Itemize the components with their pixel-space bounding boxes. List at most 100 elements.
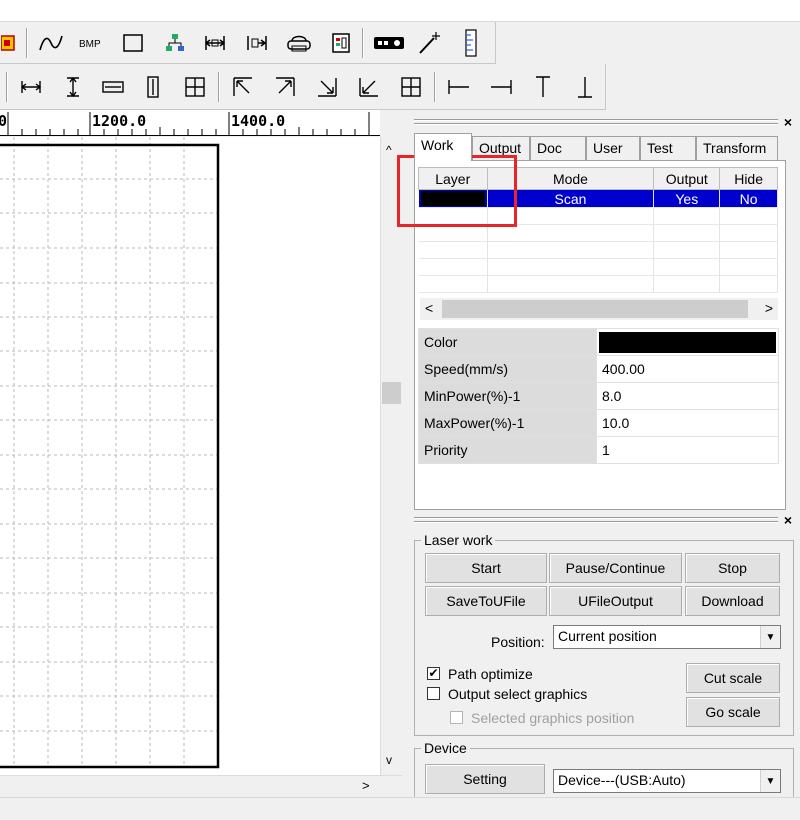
v-size-icon[interactable] (138, 72, 168, 102)
path-optimize-label[interactable]: Path optimize (448, 666, 533, 682)
property-label-minpower: MinPower(%)-1 (418, 382, 597, 410)
highlight-box (397, 155, 517, 227)
tab-doc[interactable]: Doc (530, 136, 586, 160)
path-optimize-checkbox[interactable]: ✔ (427, 667, 440, 680)
tab-test[interactable]: Test (640, 136, 696, 160)
start-button[interactable]: Start (425, 553, 547, 583)
horizontal-ruler: 0 1200.0 1400.0 (0, 110, 380, 136)
toolbar-drawing: BMP (0, 22, 496, 64)
canvas-grid (0, 137, 220, 769)
selected-graphics-position-label: Selected graphics position (471, 710, 635, 726)
bmp-icon[interactable]: BMP (76, 28, 106, 58)
center-grid-icon[interactable] (180, 72, 210, 102)
column-header-output[interactable]: Output (653, 167, 721, 190)
align-top-left-icon[interactable] (228, 72, 258, 102)
go-scale-button[interactable]: Go scale (686, 697, 780, 727)
h-size-icon[interactable] (98, 72, 128, 102)
speed-field[interactable]: 400.00 (596, 355, 779, 383)
stop-button[interactable]: Stop (685, 553, 780, 583)
same-width-icon[interactable] (16, 72, 46, 102)
position-select-value: Current position (558, 628, 657, 644)
h-align-icon[interactable] (242, 28, 272, 58)
priority-field[interactable]: 1 (596, 436, 779, 464)
status-bar (0, 797, 800, 820)
rectangle-icon[interactable] (118, 28, 148, 58)
align-center-icon[interactable] (396, 72, 426, 102)
align-bottom-icon[interactable] (570, 72, 600, 102)
layer-color-icon[interactable] (0, 28, 16, 58)
property-label-maxpower: MaxPower(%)-1 (418, 409, 597, 437)
device-select-value: Device---(USB:Auto) (558, 772, 686, 788)
property-label-speed: Speed(mm/s) (418, 355, 597, 383)
toolbar-align (0, 64, 606, 110)
toolbar-separator (6, 72, 8, 102)
canvas-horizontal-scrollbar[interactable]: > (0, 775, 402, 797)
device-select[interactable]: Device---(USB:Auto) ▼ (553, 769, 781, 793)
position-select[interactable]: Current position ▼ (553, 625, 781, 649)
laser-head-icon[interactable] (372, 28, 406, 58)
position-label: Position: (491, 634, 545, 650)
hide-cell[interactable]: No (719, 189, 778, 208)
setting-button[interactable]: Setting (425, 764, 545, 794)
scroll-thumb[interactable] (442, 300, 748, 318)
layer-table-hscrollbar[interactable]: < > (420, 298, 778, 320)
scroll-right-icon[interactable]: > (765, 300, 773, 316)
align-top-icon[interactable] (528, 72, 558, 102)
scroll-right-icon[interactable]: > (362, 778, 370, 793)
ruler-label: 1400.0 (231, 112, 286, 130)
ufile-output-button[interactable]: UFileOutput (549, 586, 682, 616)
toolbar-separator (362, 28, 364, 58)
device-title: Device (424, 740, 467, 756)
toolbar-separator (218, 72, 220, 102)
tab-user[interactable]: User (586, 136, 640, 160)
align-bottom-left-icon[interactable] (354, 72, 384, 102)
table-row-empty (418, 241, 778, 259)
ruler-label: 0 (0, 112, 7, 130)
magic-wand-icon[interactable] (414, 28, 444, 58)
align-left-icon[interactable] (444, 72, 474, 102)
output-select-graphics-checkbox[interactable] (427, 687, 440, 700)
layer-properties: Color Speed(mm/s) 400.00 MinPower(%)-1 8… (418, 328, 779, 464)
title-strip (0, 0, 800, 22)
output-cell[interactable]: Yes (653, 189, 721, 208)
column-header-hide[interactable]: Hide (719, 167, 778, 190)
toolbar-separator (26, 28, 28, 58)
download-button[interactable]: Download (685, 586, 780, 616)
tab-transform[interactable]: Transform (696, 136, 778, 160)
same-height-icon[interactable] (58, 72, 88, 102)
table-row-empty (418, 224, 778, 242)
align-bottom-right-icon[interactable] (312, 72, 342, 102)
report-icon[interactable] (326, 28, 356, 58)
scroll-up-icon[interactable]: ^ (386, 143, 392, 157)
cut-scale-button[interactable]: Cut scale (686, 663, 780, 693)
laser-work-title: Laser work (424, 532, 493, 548)
table-row-empty (418, 275, 778, 293)
chevron-down-icon[interactable]: ▼ (760, 770, 780, 792)
drawing-canvas[interactable] (0, 137, 380, 775)
tree-icon[interactable] (160, 28, 190, 58)
property-color-value[interactable] (596, 328, 779, 356)
laser-panel-header: × (406, 513, 800, 528)
tab-work[interactable]: Work (414, 133, 472, 161)
panel-close-icon[interactable]: × (784, 115, 792, 129)
color-swatch (599, 331, 776, 353)
panel-grip (414, 123, 778, 125)
maxpower-field[interactable]: 10.0 (596, 409, 779, 437)
curve-icon[interactable] (36, 28, 66, 58)
canvas-vertical-scrollbar[interactable]: ^ v (380, 137, 402, 775)
h-space-icon[interactable] (200, 28, 230, 58)
chevron-down-icon[interactable]: ▼ (760, 626, 780, 648)
minpower-field[interactable]: 8.0 (596, 382, 779, 410)
scroll-down-icon[interactable]: v (386, 753, 392, 767)
align-top-right-icon[interactable] (270, 72, 300, 102)
scroll-thumb[interactable] (382, 382, 401, 404)
panel-close-icon[interactable]: × (784, 513, 792, 527)
print-icon[interactable] (284, 28, 314, 58)
pause-continue-button[interactable]: Pause/Continue (549, 553, 682, 583)
align-right-icon[interactable] (486, 72, 516, 102)
ruler-icon[interactable] (456, 28, 486, 58)
save-to-ufile-button[interactable]: SaveToUFile (425, 586, 547, 616)
scroll-left-icon[interactable]: < (425, 300, 433, 316)
ruler-label: 1200.0 (92, 112, 147, 130)
output-select-graphics-label[interactable]: Output select graphics (448, 686, 587, 702)
